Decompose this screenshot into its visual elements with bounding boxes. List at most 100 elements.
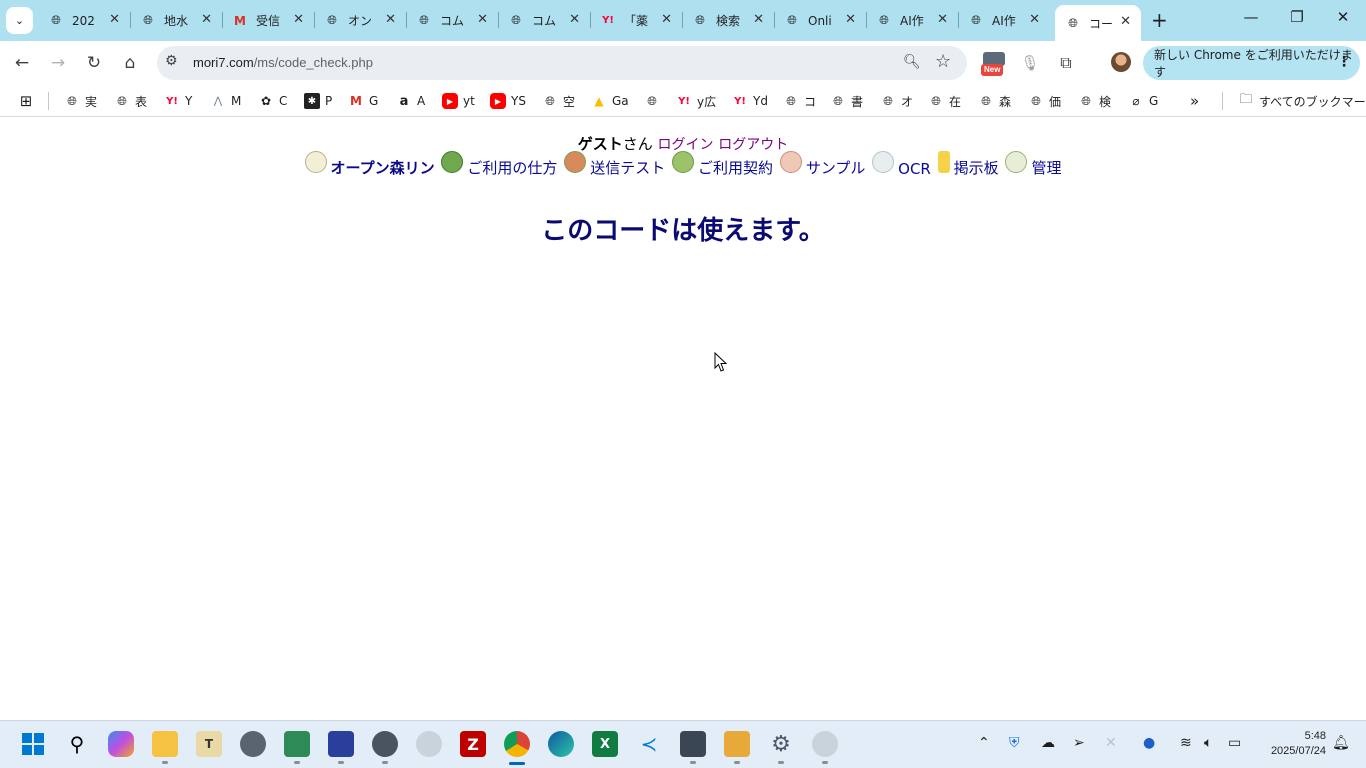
zoom-icon[interactable]: 🔍︎ (903, 54, 921, 70)
site-info-icon[interactable]: ⚙ (165, 53, 178, 69)
close-icon[interactable]: ✕ (293, 12, 304, 27)
bookmark-item[interactable]: 🌐︎ 表 (114, 92, 147, 110)
close-window-button[interactable]: ✕ (1328, 8, 1358, 26)
tab[interactable]: 🌐︎ 検索 ✕ (682, 7, 774, 34)
nav-admin[interactable]: 管理 (1005, 151, 1061, 178)
bookmark-item[interactable]: ⋀ M (210, 92, 241, 110)
voice-search-button[interactable]: 🎙︎ (1018, 51, 1042, 75)
bookmark-item[interactable]: MG (348, 92, 378, 110)
nav-contract[interactable]: ご利用契約 (672, 151, 773, 178)
bookmark-item[interactable]: ✿ C (258, 92, 287, 110)
bookmark-item[interactable]: ⌀ G (1128, 92, 1158, 110)
close-icon[interactable]: ✕ (1029, 12, 1040, 27)
bookmark-item[interactable]: 🌐︎ 検 (1078, 92, 1111, 110)
tab-active[interactable]: 🌐︎ コード ✕ (1055, 5, 1141, 41)
security-shield-icon[interactable]: ⛨ (1009, 735, 1020, 751)
webcam-app-2-button[interactable] (812, 731, 838, 757)
tab-search-button[interactable]: ⌄ (6, 7, 33, 34)
bookmark-item[interactable]: aA (396, 92, 426, 110)
tab[interactable]: 🌐︎ AI作 ✕ (866, 7, 958, 34)
tab[interactable]: 🌐︎ オン ✕ (314, 7, 406, 34)
spreadsheet-app-button[interactable] (284, 731, 310, 757)
logout-link[interactable]: ログアウト (718, 137, 788, 153)
search-button[interactable]: ⚲ (64, 731, 90, 757)
bookmark-item[interactable]: 🌐︎ 在 (928, 92, 961, 110)
bookmark-item[interactable]: 🌐︎ 書 (830, 92, 863, 110)
back-button[interactable]: ← (10, 51, 34, 75)
close-icon[interactable]: ✕ (1120, 14, 1131, 29)
close-icon[interactable]: ✕ (385, 12, 396, 27)
close-icon[interactable]: ✕ (477, 12, 488, 27)
url-text[interactable]: mori7.com/ms/code_check.php (193, 55, 373, 70)
bookmark-item[interactable]: 🌐︎ コ (783, 92, 816, 110)
reload-button[interactable]: ↻ (82, 51, 106, 75)
bookmark-item[interactable]: 🌐︎ (644, 92, 665, 110)
close-icon[interactable]: ✕ (661, 12, 672, 27)
close-icon[interactable]: ✕ (937, 12, 948, 27)
vscode-button[interactable]: ≺ (636, 731, 662, 757)
nav-bulletin-board[interactable]: 掲示板 (937, 151, 999, 178)
start-button[interactable] (20, 731, 46, 757)
send-icon[interactable]: ➢ (1073, 735, 1085, 751)
bookmark-item[interactable]: Y! Yd (732, 92, 768, 110)
bookmark-item[interactable]: ✱ P (304, 92, 332, 110)
bookmark-item[interactable]: ▲ Ga (591, 92, 628, 110)
tab[interactable]: Y! 「薬 ✕ (590, 7, 682, 34)
camera-app-2-button[interactable] (372, 731, 398, 757)
close-icon[interactable]: ✕ (109, 12, 120, 27)
minimize-button[interactable]: — (1236, 8, 1266, 26)
bookmark-item[interactable]: ▶ yt (442, 92, 475, 110)
bookmark-item[interactable]: Y! y広 (676, 92, 716, 110)
address-bar[interactable]: ⚙ mori7.com/ms/code_check.php 🔍︎ ☆ (157, 46, 967, 80)
webcam-app-button[interactable] (416, 731, 442, 757)
file-explorer-button[interactable] (152, 731, 178, 757)
profile-avatar[interactable] (1111, 52, 1131, 72)
tab[interactable]: M 受信 ✕ (222, 7, 314, 34)
settings-button[interactable]: ⚙ (768, 731, 794, 757)
tab[interactable]: 🌐︎ Onli ✕ (774, 7, 866, 34)
new-feature-button[interactable]: New (981, 52, 1007, 76)
bookmark-item[interactable]: 🌐︎ 空 (542, 92, 575, 110)
bookmark-star-icon[interactable]: ☆ (935, 51, 951, 72)
bluetooth-app-icon[interactable]: ● (1143, 735, 1155, 751)
apps-button[interactable]: ⊞ (18, 92, 39, 110)
wifi-icon[interactable]: ≋ (1180, 735, 1192, 751)
bookmark-item[interactable]: 🌐︎ 価 (1028, 92, 1061, 110)
close-icon[interactable]: ✕ (753, 12, 764, 27)
tab[interactable]: 🌐︎ 202 ✕ (38, 7, 130, 34)
home-button[interactable]: ⌂ (118, 51, 142, 75)
bookmark-item[interactable]: 🌐︎ オ (880, 92, 913, 110)
close-icon[interactable]: ✕ (569, 12, 580, 27)
t-app-button[interactable]: T (196, 731, 222, 757)
tab[interactable]: 🌐︎ コム ✕ (406, 7, 498, 34)
filezilla-button[interactable]: Z (460, 731, 486, 757)
chrome-taskbar-button[interactable] (504, 731, 530, 757)
tab[interactable]: 🌐︎ コム ✕ (498, 7, 590, 34)
more-menu-icon[interactable]: ⋮ (1337, 54, 1351, 70)
nav-ocr[interactable]: OCR (872, 151, 931, 178)
cloud-off-icon[interactable]: ☁ (1041, 735, 1055, 751)
bookmark-item[interactable]: 🌐︎ 森 (978, 92, 1011, 110)
forward-button[interactable]: → (46, 51, 70, 75)
editor-app-button[interactable] (724, 731, 750, 757)
camera-app-button[interactable] (240, 731, 266, 757)
nav-send-test[interactable]: 送信テスト (564, 151, 665, 178)
taskbar-clock[interactable]: 5:48 2025/07/24 (1256, 729, 1326, 759)
speaker-icon[interactable]: 🔈︎ (1204, 735, 1212, 751)
notification-icon[interactable]: 🔔︎ (1332, 735, 1350, 751)
tool-app-button[interactable] (680, 731, 706, 757)
hide-app-button[interactable] (328, 731, 354, 757)
close-icon[interactable]: ✕ (201, 12, 212, 27)
tab[interactable]: 🌐︎ 地水 ✕ (130, 7, 222, 34)
edge-button[interactable] (548, 731, 574, 757)
chevron-up-icon[interactable]: ⌃ (978, 735, 990, 751)
close-icon[interactable]: ✕ (845, 12, 856, 27)
bookmark-item[interactable]: Y! Y (164, 92, 192, 110)
more-bookmarks-button[interactable]: » (1190, 92, 1199, 110)
nav-how-to-use[interactable]: ご利用の仕方 (441, 151, 557, 178)
restore-button[interactable]: ❐ (1282, 8, 1312, 26)
nav-sample[interactable]: サンプル (779, 151, 865, 178)
chrome-update-button[interactable]: 新しい Chrome をご利用いただけます ⋮ (1143, 46, 1360, 80)
tab[interactable]: 🌐︎ AI作 ✕ (958, 7, 1050, 34)
battery-icon[interactable]: ▭ (1228, 735, 1241, 751)
